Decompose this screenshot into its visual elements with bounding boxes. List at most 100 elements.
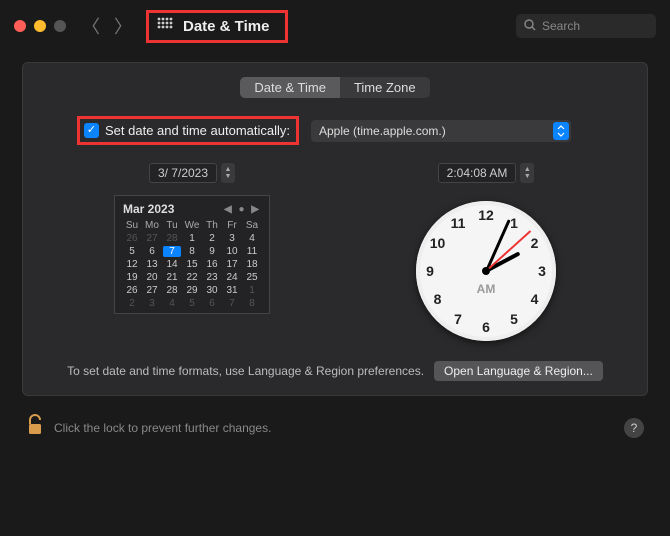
calendar-day[interactable]: 24 (223, 272, 241, 283)
tab-time-zone[interactable]: Time Zone (340, 77, 430, 98)
clock-ampm: AM (477, 282, 496, 296)
calendar-day[interactable]: 15 (183, 259, 201, 270)
auto-time-row: ✓ Set date and time automatically: Apple… (77, 116, 629, 145)
clock-center (482, 267, 490, 275)
calendar-day[interactable]: 26 (123, 233, 141, 244)
clock-numeral: 8 (428, 291, 448, 307)
calendar-dow: We (183, 220, 201, 231)
search-placeholder: Search (542, 19, 580, 33)
calendar-day[interactable]: 8 (183, 246, 201, 257)
help-button[interactable]: ? (624, 418, 644, 438)
time-server-select[interactable]: Apple (time.apple.com.) (311, 120, 571, 142)
calendar-day[interactable]: 23 (203, 272, 221, 283)
minimize-window-button[interactable] (34, 20, 46, 32)
time-stepper[interactable]: ▲▼ (520, 163, 534, 183)
date-stepper-field[interactable]: 3/ 7/2023 ▲▼ (149, 163, 235, 183)
calendar-dow: Th (203, 220, 221, 231)
calendar-day[interactable]: 25 (243, 272, 261, 283)
date-stepper[interactable]: ▲▼ (221, 163, 235, 183)
calendar-day[interactable]: 7 (223, 298, 241, 309)
search-field[interactable]: Search (516, 14, 656, 38)
clock-numeral: 12 (476, 207, 496, 223)
time-column: 2:04:08 AM ▲▼ 123456789101112 AM (416, 163, 556, 341)
calendar-day[interactable]: 1 (183, 233, 201, 244)
clock-numeral: 9 (420, 263, 440, 279)
chevron-updown-icon (553, 122, 569, 140)
calendar-day[interactable]: 22 (183, 272, 201, 283)
calendar-day[interactable]: 2 (123, 298, 141, 309)
clock-numeral: 7 (448, 311, 468, 327)
auto-time-label: Set date and time automatically: (105, 123, 290, 138)
calendar[interactable]: Mar 2023 ◀ ● ▶ SuMoTuWeThFrSa26272812345… (114, 195, 270, 314)
search-icon (524, 19, 536, 34)
calendar-day[interactable]: 3 (143, 298, 161, 309)
calendar-day[interactable]: 21 (163, 272, 181, 283)
auto-time-checkbox[interactable]: ✓ (84, 123, 99, 138)
clock-numeral: 11 (448, 215, 468, 231)
clock-numeral: 5 (504, 311, 524, 327)
calendar-day[interactable]: 5 (183, 298, 201, 309)
calendar-day[interactable]: 2 (203, 233, 221, 244)
window-controls (14, 20, 66, 32)
clock-numeral: 4 (524, 291, 544, 307)
back-button[interactable]: 〈 (82, 13, 100, 39)
calendar-day[interactable]: 18 (243, 259, 261, 270)
close-window-button[interactable] (14, 20, 26, 32)
window-title: Date & Time (183, 18, 269, 35)
calendar-day[interactable]: 16 (203, 259, 221, 270)
calendar-nav[interactable]: ◀ ● ▶ (224, 204, 261, 215)
lock-icon[interactable] (26, 414, 44, 442)
calendar-day[interactable]: 10 (223, 246, 241, 257)
calendar-day[interactable]: 3 (223, 233, 241, 244)
calendar-day[interactable]: 29 (183, 285, 201, 296)
tab-bar: Date & Time Time Zone (41, 77, 629, 98)
time-input[interactable]: 2:04:08 AM (438, 163, 517, 183)
time-stepper-field[interactable]: 2:04:08 AM ▲▼ (438, 163, 535, 183)
time-server-value: Apple (time.apple.com.) (319, 124, 446, 138)
calendar-day[interactable]: 9 (203, 246, 221, 257)
calendar-day[interactable]: 19 (123, 272, 141, 283)
calendar-day[interactable]: 27 (143, 285, 161, 296)
analog-clock[interactable]: 123456789101112 AM (416, 201, 556, 341)
clock-numeral: 2 (524, 235, 544, 251)
calendar-day[interactable]: 1 (243, 285, 261, 296)
nav-buttons: 〈 〉 (82, 13, 132, 39)
format-hint-text: To set date and time formats, use Langua… (67, 364, 424, 378)
calendar-dow: Su (123, 220, 141, 231)
calendar-day[interactable]: 31 (223, 285, 241, 296)
calendar-day[interactable]: 5 (123, 246, 141, 257)
calendar-day[interactable]: 14 (163, 259, 181, 270)
titlebar: 〈 〉 Date & Time Search (0, 0, 670, 52)
calendar-day[interactable]: 7 (163, 246, 181, 257)
calendar-day[interactable]: 6 (143, 246, 161, 257)
calendar-day[interactable]: 28 (163, 285, 181, 296)
calendar-day[interactable]: 4 (163, 298, 181, 309)
format-hint-row: To set date and time formats, use Langua… (41, 361, 629, 381)
calendar-dow: Fr (223, 220, 241, 231)
calendar-day[interactable]: 4 (243, 233, 261, 244)
calendar-day[interactable]: 30 (203, 285, 221, 296)
tab-date-time[interactable]: Date & Time (240, 77, 340, 98)
date-column: 3/ 7/2023 ▲▼ Mar 2023 ◀ ● ▶ SuMoTuWeThFr… (114, 163, 270, 341)
calendar-day[interactable]: 6 (203, 298, 221, 309)
calendar-day[interactable]: 28 (163, 233, 181, 244)
clock-numeral: 3 (532, 263, 552, 279)
calendar-day[interactable]: 27 (143, 233, 161, 244)
calendar-day[interactable]: 12 (123, 259, 141, 270)
date-input[interactable]: 3/ 7/2023 (149, 163, 217, 183)
forward-button[interactable]: 〉 (114, 13, 132, 39)
open-language-region-button[interactable]: Open Language & Region... (434, 361, 603, 381)
calendar-day[interactable]: 13 (143, 259, 161, 270)
zoom-window-button[interactable] (54, 20, 66, 32)
calendar-dow: Sa (243, 220, 261, 231)
show-all-icon[interactable] (157, 17, 173, 36)
settings-panel: Date & Time Time Zone ✓ Set date and tim… (22, 62, 648, 396)
calendar-day[interactable]: 11 (243, 246, 261, 257)
title-highlight-box: Date & Time (146, 10, 288, 43)
calendar-dow: Mo (143, 220, 161, 231)
calendar-day[interactable]: 20 (143, 272, 161, 283)
calendar-day[interactable]: 8 (243, 298, 261, 309)
calendar-day[interactable]: 17 (223, 259, 241, 270)
calendar-day[interactable]: 26 (123, 285, 141, 296)
calendar-dow: Tu (163, 220, 181, 231)
